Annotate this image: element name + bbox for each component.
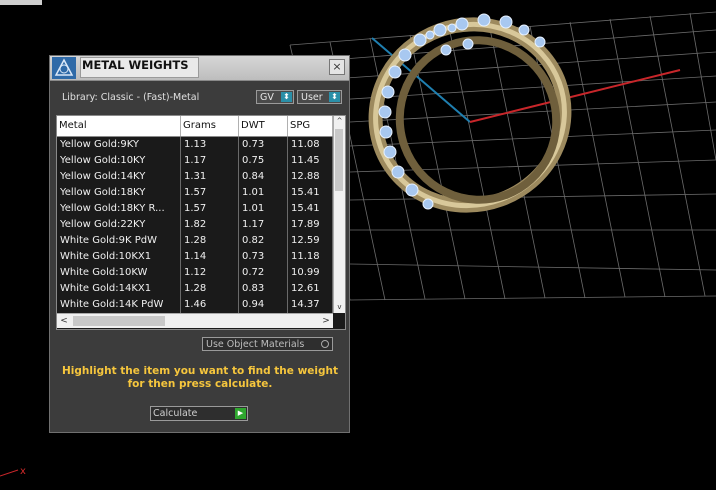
library-label: Library: Classic - (Fast)-Metal bbox=[62, 92, 200, 103]
scroll-left-icon[interactable]: < bbox=[57, 314, 71, 328]
cell-spg: 15.41 bbox=[288, 185, 333, 201]
user-dropdown[interactable]: User ⬍ bbox=[297, 90, 342, 104]
horizontal-scrollbar[interactable]: < > bbox=[57, 313, 333, 328]
ring-model[interactable] bbox=[350, 0, 590, 232]
axis-x-label: x bbox=[20, 466, 26, 477]
cell-spg: 11.08 bbox=[288, 137, 333, 153]
table-row[interactable]: Yellow Gold:18KY 1.57 1.01 15.41 bbox=[57, 185, 333, 201]
table-row[interactable]: Yellow Gold:14KY 1.31 0.84 12.88 bbox=[57, 169, 333, 185]
cell-spg: 10.99 bbox=[288, 265, 333, 281]
cell-dwt: 0.84 bbox=[239, 169, 288, 185]
cell-spg: 12.61 bbox=[288, 281, 333, 297]
cell-dwt: 1.17 bbox=[239, 217, 288, 233]
cell-spg: 11.18 bbox=[288, 249, 333, 265]
dropdown-arrow-icon: ⬍ bbox=[329, 92, 340, 102]
play-icon: ▶ bbox=[235, 408, 246, 419]
cell-grams: 1.12 bbox=[181, 265, 239, 281]
metal-weights-panel: METAL WEIGHTS × Library: Classic - (Fast… bbox=[49, 55, 350, 433]
cell-dwt: 0.73 bbox=[239, 249, 288, 265]
cell-spg: 12.88 bbox=[288, 169, 333, 185]
app-logo-icon bbox=[52, 57, 76, 79]
cell-grams: 1.57 bbox=[181, 201, 239, 217]
table-body: Yellow Gold:9KY 1.13 0.73 11.08 Yellow Gold:… bbox=[57, 137, 333, 313]
cell-grams: 1.14 bbox=[181, 249, 239, 265]
vertical-scrollbar[interactable]: ^ v bbox=[333, 116, 345, 313]
cell-metal: White Gold:14K PdW bbox=[57, 297, 181, 313]
table-row[interactable]: Yellow Gold:22KY 1.82 1.17 17.89 bbox=[57, 217, 333, 233]
cell-spg: 12.59 bbox=[288, 233, 333, 249]
cell-dwt: 1.01 bbox=[239, 185, 288, 201]
scroll-thumb[interactable] bbox=[335, 129, 343, 191]
cell-grams: 1.17 bbox=[181, 153, 239, 169]
table-header: Metal Grams DWT SPG bbox=[57, 116, 333, 137]
cell-spg: 11.45 bbox=[288, 153, 333, 169]
scroll-up-icon[interactable]: ^ bbox=[334, 116, 345, 126]
cell-metal: Yellow Gold:18KY R... bbox=[57, 201, 181, 217]
cell-metal: White Gold:10KW bbox=[57, 265, 181, 281]
table-row[interactable]: White Gold:14KX1 1.28 0.83 12.61 bbox=[57, 281, 333, 297]
use-object-materials-toggle[interactable]: Use Object Materials bbox=[202, 337, 333, 351]
table-row[interactable]: Yellow Gold:10KY 1.17 0.75 11.45 bbox=[57, 153, 333, 169]
cell-metal: White Gold:14KX1 bbox=[57, 281, 181, 297]
cell-dwt: 0.94 bbox=[239, 297, 288, 313]
table-row[interactable]: Yellow Gold:9KY 1.13 0.73 11.08 bbox=[57, 137, 333, 153]
perspective-grid bbox=[289, 11, 716, 301]
cell-spg: 15.41 bbox=[288, 201, 333, 217]
cell-grams: 1.28 bbox=[181, 281, 239, 297]
table-row[interactable]: White Gold:14K PdW 1.46 0.94 14.37 bbox=[57, 297, 333, 313]
cell-metal: Yellow Gold:22KY bbox=[57, 217, 181, 233]
column-header-grams[interactable]: Grams bbox=[181, 116, 239, 136]
axis-indicator bbox=[0, 469, 19, 477]
x-axis-line bbox=[469, 69, 681, 123]
table-row[interactable]: White Gold:10KX1 1.14 0.73 11.18 bbox=[57, 249, 333, 265]
scroll-right-icon[interactable]: > bbox=[319, 314, 333, 328]
scroll-thumb[interactable] bbox=[73, 316, 165, 326]
column-header-dwt[interactable]: DWT bbox=[239, 116, 288, 136]
table-row[interactable]: White Gold:10KW 1.12 0.72 10.99 bbox=[57, 265, 333, 281]
panel-header: METAL WEIGHTS × bbox=[50, 56, 349, 81]
cell-metal: White Gold:9K PdW bbox=[57, 233, 181, 249]
cell-grams: 1.46 bbox=[181, 297, 239, 313]
cell-grams: 1.31 bbox=[181, 169, 239, 185]
cell-metal: Yellow Gold:18KY bbox=[57, 185, 181, 201]
table-row[interactable]: White Gold:9K PdW 1.28 0.82 12.59 bbox=[57, 233, 333, 249]
column-header-spg[interactable]: SPG bbox=[288, 116, 333, 136]
calculate-button[interactable]: Calculate ▶ bbox=[150, 406, 248, 421]
cell-dwt: 0.72 bbox=[239, 265, 288, 281]
top-toolbar-button[interactable] bbox=[0, 0, 42, 5]
instruction-text: Highlight the item you want to find the … bbox=[62, 365, 338, 390]
gv-dropdown[interactable]: GV ⬍ bbox=[256, 90, 294, 104]
cell-grams: 1.57 bbox=[181, 185, 239, 201]
cell-metal: Yellow Gold:14KY bbox=[57, 169, 181, 185]
calculate-label: Calculate bbox=[153, 408, 198, 419]
cell-spg: 14.37 bbox=[288, 297, 333, 313]
cell-dwt: 0.75 bbox=[239, 153, 288, 169]
cell-metal: Yellow Gold:9KY bbox=[57, 137, 181, 153]
cell-grams: 1.28 bbox=[181, 233, 239, 249]
cell-metal: Yellow Gold:10KY bbox=[57, 153, 181, 169]
cell-grams: 1.82 bbox=[181, 217, 239, 233]
cell-dwt: 0.73 bbox=[239, 137, 288, 153]
cell-dwt: 0.82 bbox=[239, 233, 288, 249]
cell-metal: White Gold:10KX1 bbox=[57, 249, 181, 265]
radio-icon bbox=[321, 340, 329, 348]
use-object-materials-label: Use Object Materials bbox=[206, 339, 305, 350]
cell-spg: 17.89 bbox=[288, 217, 333, 233]
cell-dwt: 0.83 bbox=[239, 281, 288, 297]
cell-dwt: 1.01 bbox=[239, 201, 288, 217]
dropdown-arrow-icon: ⬍ bbox=[281, 92, 292, 102]
close-icon[interactable]: × bbox=[329, 59, 345, 75]
panel-title: METAL WEIGHTS bbox=[80, 57, 199, 78]
scroll-down-icon[interactable]: v bbox=[334, 302, 345, 312]
user-dropdown-label: User bbox=[301, 92, 323, 103]
cell-grams: 1.13 bbox=[181, 137, 239, 153]
table-row[interactable]: Yellow Gold:18KY R... 1.57 1.01 15.41 bbox=[57, 201, 333, 217]
column-header-metal[interactable]: Metal bbox=[57, 116, 181, 136]
metal-table[interactable]: Metal Grams DWT SPG Yellow Gold:9KY 1.13 0… bbox=[56, 115, 346, 330]
gv-dropdown-label: GV bbox=[260, 92, 274, 103]
